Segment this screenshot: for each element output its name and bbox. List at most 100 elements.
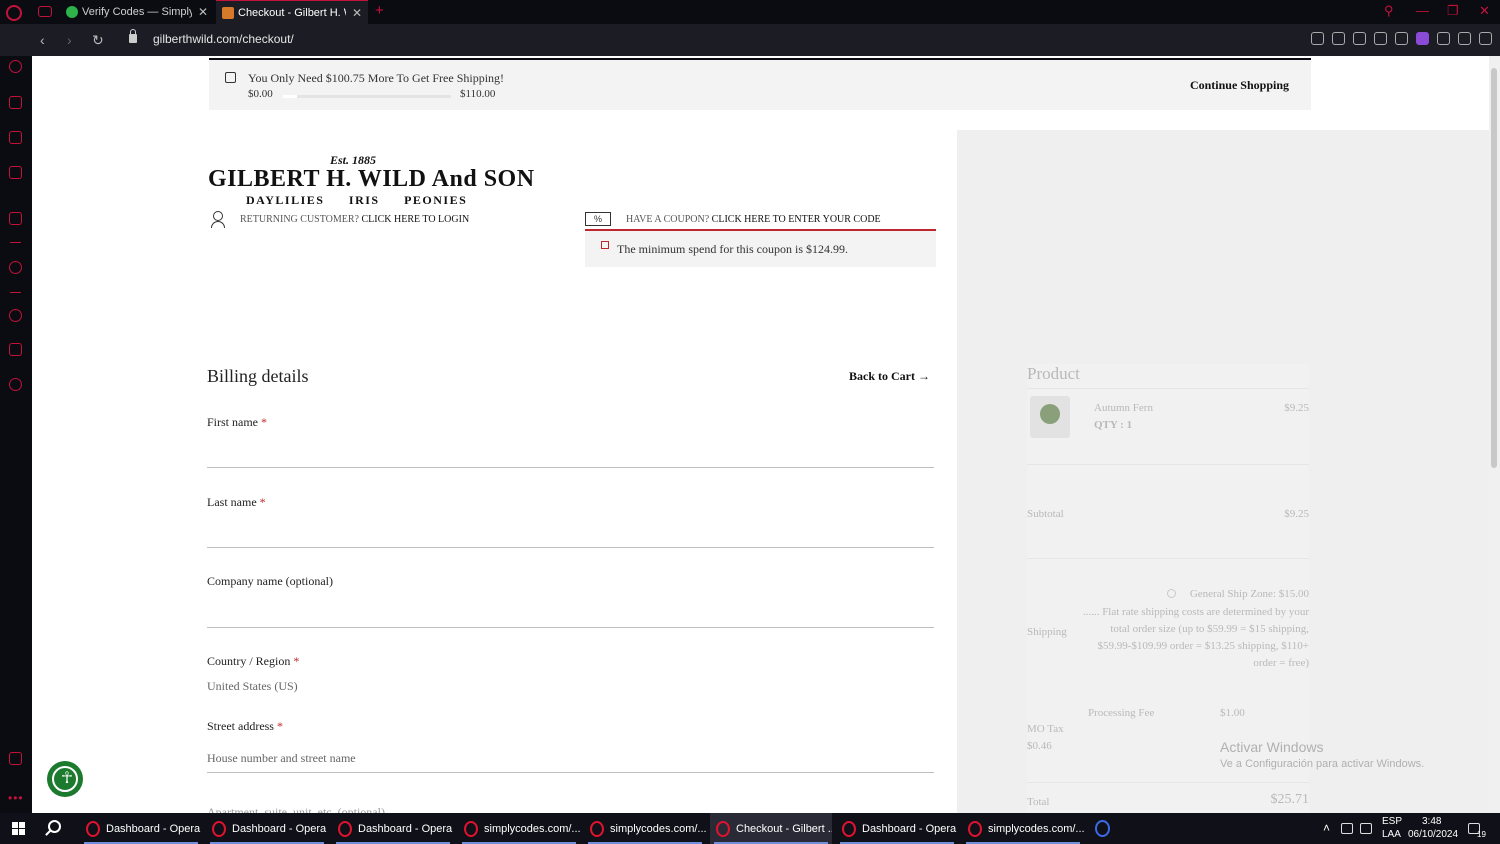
minimize-button[interactable]: — (1416, 3, 1429, 18)
apartment-input[interactable]: Apartment, suite, unit, etc. (optional) (207, 805, 385, 813)
tab-close-icon[interactable]: ✕ (352, 6, 362, 20)
tray-chevron-icon[interactable]: ˄ (1323, 821, 1330, 835)
coupon-icon: % (585, 212, 611, 226)
continue-shopping-link[interactable]: Continue Shopping (1190, 78, 1289, 93)
adblock-icon[interactable] (1353, 32, 1366, 45)
extension-icon[interactable] (1416, 32, 1429, 45)
clock-time[interactable]: 3:48 (1422, 816, 1441, 827)
new-tab-button[interactable]: + (375, 2, 384, 19)
browser-tabbar: Verify Codes — SimplyCod ✕ Checkout - Gi… (0, 0, 1500, 24)
logo-tagline: DAYLILIES IRIS PEONIES (246, 193, 468, 207)
product-thumbnail[interactable] (1030, 396, 1070, 438)
taskbar-item[interactable]: simplycodes.com/... (962, 813, 1084, 844)
accessibility-button[interactable]: ☥ (47, 761, 83, 797)
forward-button[interactable]: › (67, 32, 72, 48)
back-to-cart-label: Back to Cart (849, 369, 915, 383)
opera-menu-icon[interactable] (6, 5, 22, 21)
settings-gear-icon[interactable] (9, 378, 22, 391)
tab-checkout[interactable]: Checkout - Gilbert H. Wild ✕ (216, 0, 368, 24)
taskbar-item-label: Dashboard - Opera (232, 822, 327, 835)
opera-app-icon (968, 820, 982, 837)
watermark-subtitle: Ve a Configuración para activar Windows. (1220, 758, 1425, 770)
shipping-option-label: General Ship Zone: $15.00 (1189, 588, 1309, 600)
heart-icon[interactable] (1395, 32, 1408, 45)
taskbar-item[interactable]: simplycodes.com/... (584, 813, 706, 844)
opera-app-icon (464, 820, 478, 837)
back-button[interactable]: ‹ (40, 32, 45, 48)
opera-app-icon (338, 820, 352, 837)
user-icon-body (211, 221, 225, 228)
opera-app-icon (716, 820, 730, 837)
taskbar-item-label: Dashboard - Opera (358, 822, 453, 835)
player-icon[interactable] (9, 261, 22, 274)
camera-icon[interactable] (1332, 32, 1345, 45)
product-heading: Product (1027, 364, 1080, 383)
last-name-input[interactable] (207, 547, 934, 548)
network-icon[interactable] (1341, 823, 1353, 834)
street-address-label: Street address * (207, 719, 283, 734)
search-tabs-icon[interactable]: ⚲ (1384, 3, 1394, 19)
keyboard-layout[interactable]: LAA (1382, 829, 1401, 840)
language-indicator[interactable]: ESP (1382, 816, 1402, 827)
last-name-label-text: Last name (207, 495, 257, 509)
edit-icon[interactable] (1311, 32, 1324, 45)
cube-icon[interactable] (1437, 32, 1450, 45)
coupon-toggle: HAVE A COUPON? CLICK HERE TO ENTER YOUR … (626, 214, 881, 225)
taskbar-item[interactable]: Dashboard - Opera (80, 813, 202, 844)
aria-icon[interactable] (9, 212, 22, 225)
profile-icon[interactable] (1458, 32, 1471, 45)
extensions-cube-icon[interactable] (9, 343, 22, 356)
enter-coupon-link[interactable]: CLICK HERE TO ENTER YOUR CODE (712, 214, 881, 225)
reload-button[interactable]: ↻ (92, 32, 104, 49)
speed-dial-icon[interactable] (9, 60, 22, 73)
shipping-progress-max: $110.00 (460, 88, 496, 100)
menu-icon[interactable] (1479, 32, 1492, 45)
url-field[interactable]: gilberthwild.com/checkout/ (153, 32, 294, 46)
tab-menu-icon[interactable] (38, 6, 52, 17)
taskbar-item[interactable]: Dashboard - Opera (332, 813, 454, 844)
free-shipping-notice: You Only Need $100.75 More To Get Free S… (209, 58, 1311, 110)
taskbar-item[interactable]: Checkout - Gilbert ... (710, 813, 832, 844)
company-name-input[interactable] (207, 627, 934, 628)
tab-close-icon[interactable]: ✕ (198, 5, 208, 19)
back-to-cart-link[interactable]: Back to Cart → (849, 369, 930, 384)
taskbar-item[interactable]: Dashboard - Opera (836, 813, 958, 844)
taskbar-item[interactable]: Dashboard - Opera (206, 813, 328, 844)
login-link[interactable]: CLICK HERE TO LOGIN (361, 214, 469, 225)
subtotal-value: $9.25 (1284, 508, 1309, 520)
order-divider (1027, 558, 1309, 559)
close-window-button[interactable]: ✕ (1479, 3, 1490, 19)
street-address-input[interactable]: House number and street name (207, 751, 356, 766)
history-icon[interactable] (9, 309, 22, 322)
country-label-text: Country / Region (207, 654, 291, 668)
instagram-icon[interactable] (9, 166, 22, 179)
gallery-icon[interactable] (9, 752, 22, 765)
sidebar-more-icon[interactable]: ••• (8, 791, 24, 805)
gilbert-favicon-icon (222, 6, 234, 19)
required-mark: * (276, 719, 283, 733)
windows-start-icon[interactable] (12, 822, 25, 835)
sidebar-divider (10, 292, 21, 293)
processing-fee-value: $1.00 (1220, 707, 1245, 719)
search-icon[interactable] (48, 820, 61, 833)
scrollbar-thumb[interactable] (1491, 68, 1497, 468)
page-scrollbar[interactable] (1489, 56, 1500, 813)
first-name-input[interactable] (207, 467, 934, 468)
send-icon[interactable] (1374, 32, 1387, 45)
clock-date[interactable]: 06/10/2024 (1408, 829, 1458, 840)
tab-verify-codes[interactable]: Verify Codes — SimplyCod ✕ (60, 0, 215, 24)
taskbar-item[interactable]: simplycodes.com/... (458, 813, 580, 844)
coupon-error-text: The minimum spend for this coupon is $12… (617, 242, 848, 256)
restore-button[interactable]: ❐ (1447, 3, 1459, 19)
shipping-radio[interactable] (1167, 589, 1176, 598)
opera-pinned-icon[interactable] (1095, 820, 1110, 837)
country-select[interactable]: United States (US) (207, 679, 298, 694)
briefcase-icon[interactable] (9, 96, 22, 109)
twitch-icon[interactable] (9, 131, 22, 144)
sidebar-divider (10, 242, 21, 243)
taskbar-item-label: simplycodes.com/... (988, 822, 1084, 835)
site-logo[interactable]: Est. 1885 GILBERT H. WILD And SON DAYLIL… (208, 153, 534, 209)
returning-customer-text: RETURNING CUSTOMER? CLICK HERE TO LOGIN (240, 214, 469, 225)
volume-icon[interactable] (1360, 823, 1372, 834)
billing-title: Billing details (207, 366, 309, 386)
